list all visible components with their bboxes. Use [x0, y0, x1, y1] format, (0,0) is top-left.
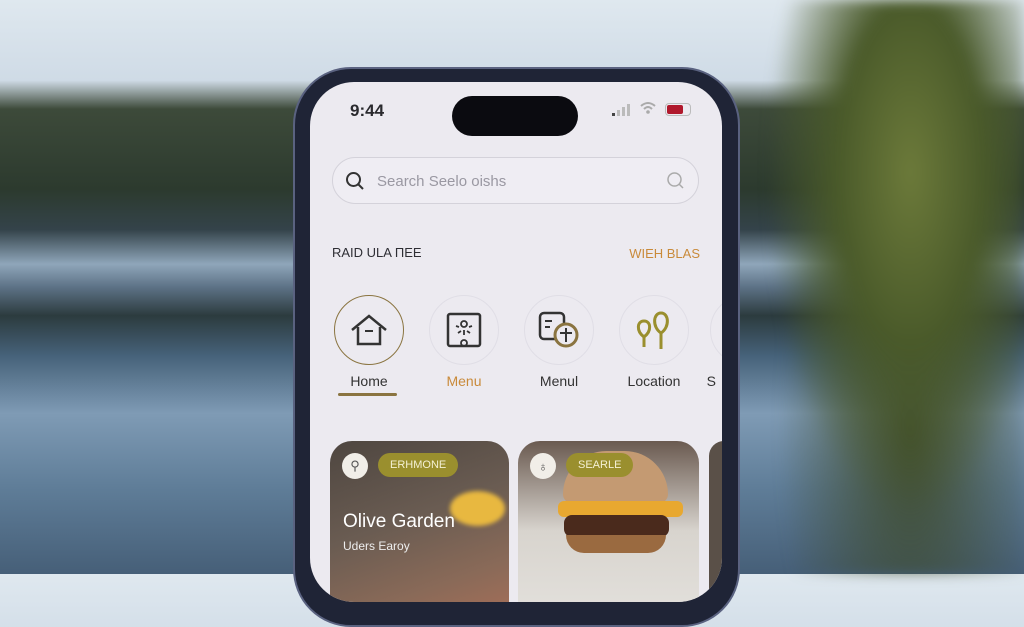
background-trees: [740, 0, 1024, 574]
search-placeholder: Search Seelo oishs: [377, 173, 507, 190]
category-location[interactable]: [619, 295, 689, 365]
location-pin-icon: [636, 311, 669, 349]
category-label-menu: Menu: [446, 373, 482, 389]
card-badge: SEARLE: [566, 453, 634, 477]
signal-icon: [612, 103, 632, 121]
menu-add-icon: [538, 311, 579, 348]
wifi-icon: [640, 101, 656, 120]
status-time: 9:44: [350, 101, 385, 120]
search-icon-right[interactable]: [666, 171, 686, 191]
menu-icon: [446, 312, 482, 348]
category-label-more: S: [706, 373, 716, 389]
restaurant-card-partial[interactable]: [709, 441, 722, 602]
category-menul[interactable]: [524, 295, 594, 365]
category-menu[interactable]: [429, 295, 499, 365]
phone-screen: 9:44 Search Seelo oishs RAID ULA ΠEE WIE…: [310, 82, 722, 602]
card-badge: ERHMONE: [378, 453, 459, 477]
restaurant-icon: ⚲: [342, 453, 368, 479]
dynamic-island: [452, 96, 578, 136]
award-icon: ♁: [530, 453, 556, 479]
search-input[interactable]: Search Seelo oishs: [332, 157, 699, 204]
category-home[interactable]: [334, 295, 404, 365]
category-label-home: Home: [350, 373, 388, 389]
search-icon: [346, 172, 364, 190]
card-title: Olive Garden: [343, 511, 455, 532]
section-title: RAID ULA ΠEE: [332, 245, 422, 260]
category-more[interactable]: [710, 295, 722, 365]
category-label-menul: Menul: [539, 373, 579, 389]
card-subtitle: Uders Earoy: [343, 539, 410, 553]
restaurant-card[interactable]: ⚲ ERHMONE Olive Garden Uders Earoy: [330, 441, 509, 602]
active-tab-underline: [338, 393, 397, 396]
section-link[interactable]: WIEH BLAS: [629, 246, 700, 261]
restaurant-card[interactable]: ♁ SEARLE: [518, 441, 699, 602]
home-icon: [351, 314, 387, 346]
food-image: [450, 491, 505, 526]
battery-icon: [665, 103, 691, 116]
